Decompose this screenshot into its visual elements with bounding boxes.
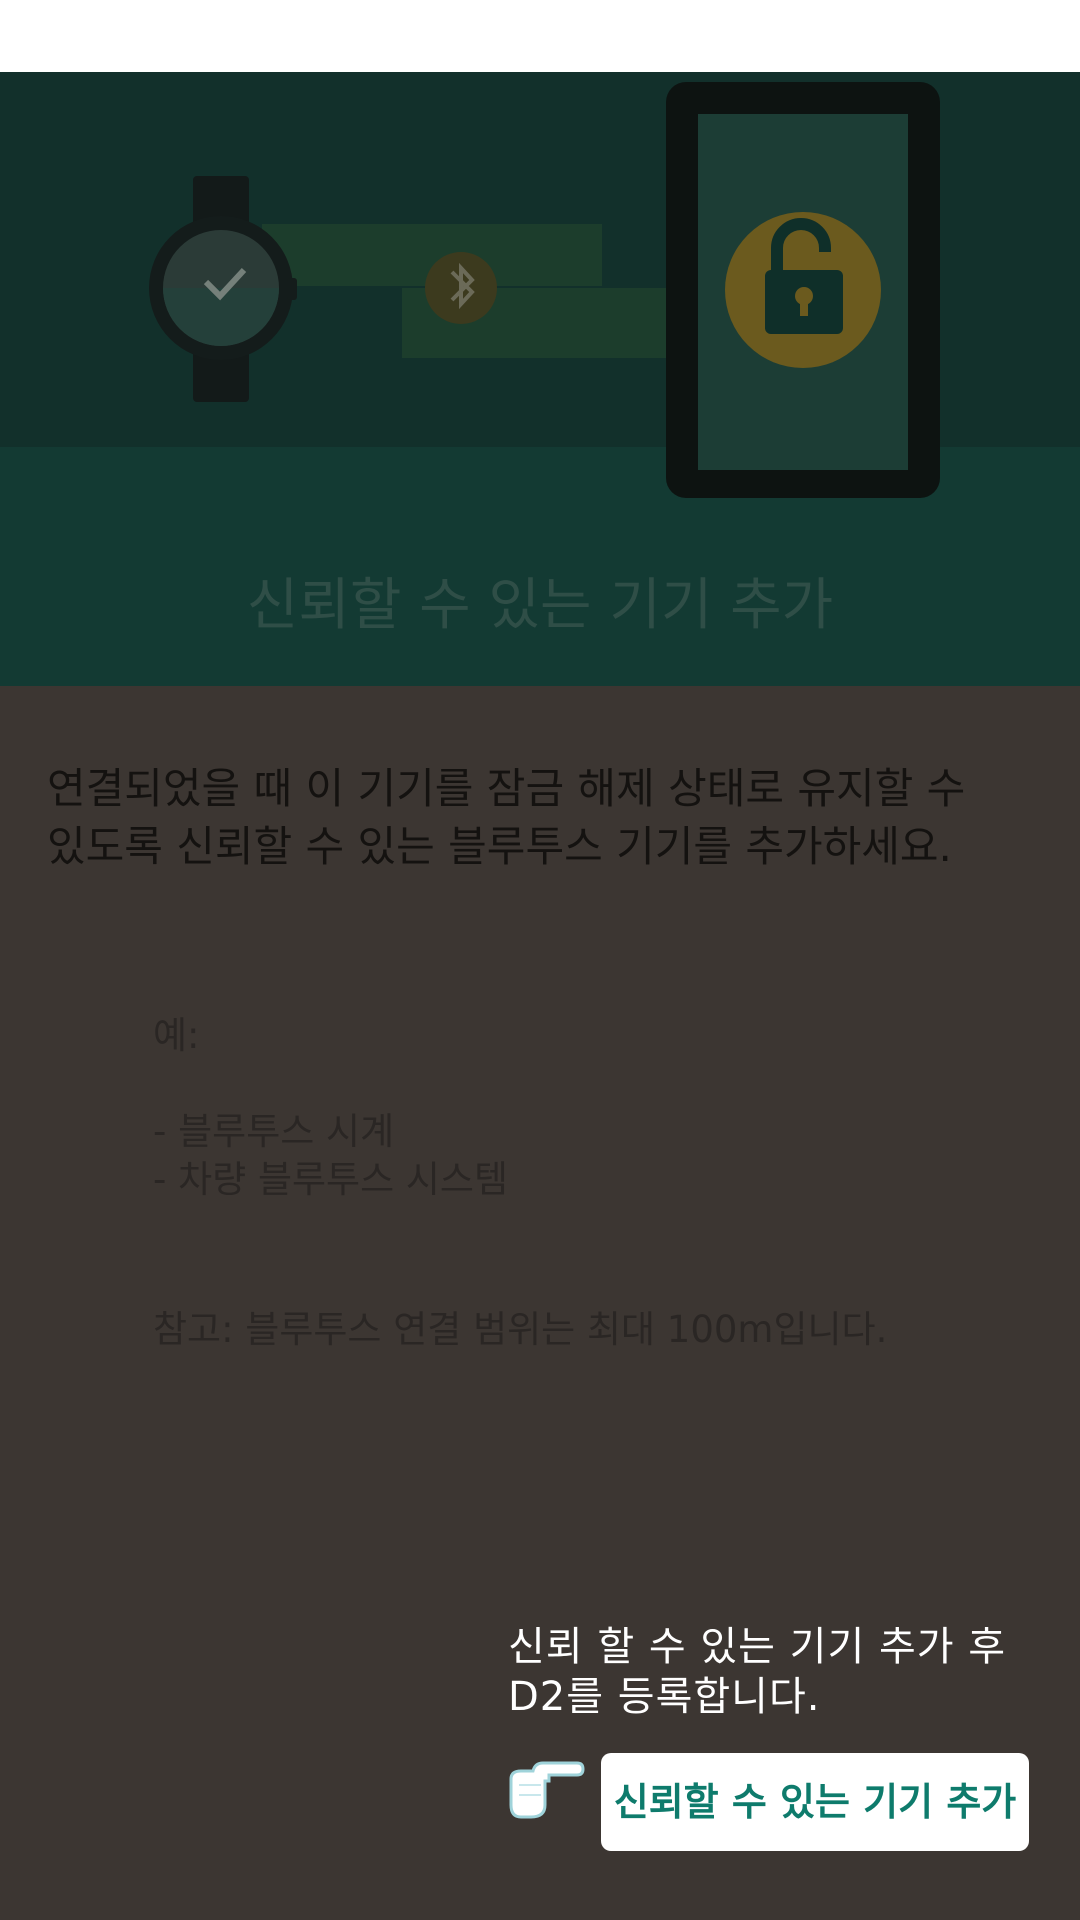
hero-title: 신뢰할 수 있는 기기 추가 <box>246 573 834 638</box>
bluetooth-icon <box>425 252 497 324</box>
tutorial-hint: 신뢰 할 수 있는 기기 추가 후 D2를 등록합니다. <box>508 1624 1007 1720</box>
note-text: 참고: 블루투스 연결 범위는 최대 100m입니다. <box>153 1308 888 1351</box>
example-item: - 블루투스 시계 <box>153 1110 395 1153</box>
examples-label: 예: <box>153 1014 200 1057</box>
pointing-hand-icon <box>509 1761 585 1819</box>
screen: 신뢰할 수 있는 기기 추가 연결되었을 때 이 기기를 잠금 해제 상태로 유… <box>0 0 1080 1920</box>
example-item: - 차량 블루투스 시스템 <box>153 1158 508 1201</box>
hero-banner: 신뢰할 수 있는 기기 추가 <box>0 72 1080 686</box>
unlock-icon <box>725 212 881 368</box>
examples-block: 예: - 블루투스 시계 - 차량 블루투스 시스템 <box>153 1012 1013 1204</box>
description-text: 연결되었을 때 이 기기를 잠금 해제 상태로 유지할 수 있도록 신뢰할 수 … <box>47 764 966 871</box>
content-area: 연결되었을 때 이 기기를 잠금 해제 상태로 유지할 수 있도록 신뢰할 수 … <box>0 686 1080 1920</box>
status-bar <box>0 0 1080 72</box>
add-trusted-device-button[interactable]: 신뢰할 수 있는 기기 추가 <box>601 1753 1029 1851</box>
watch-icon <box>149 176 297 402</box>
